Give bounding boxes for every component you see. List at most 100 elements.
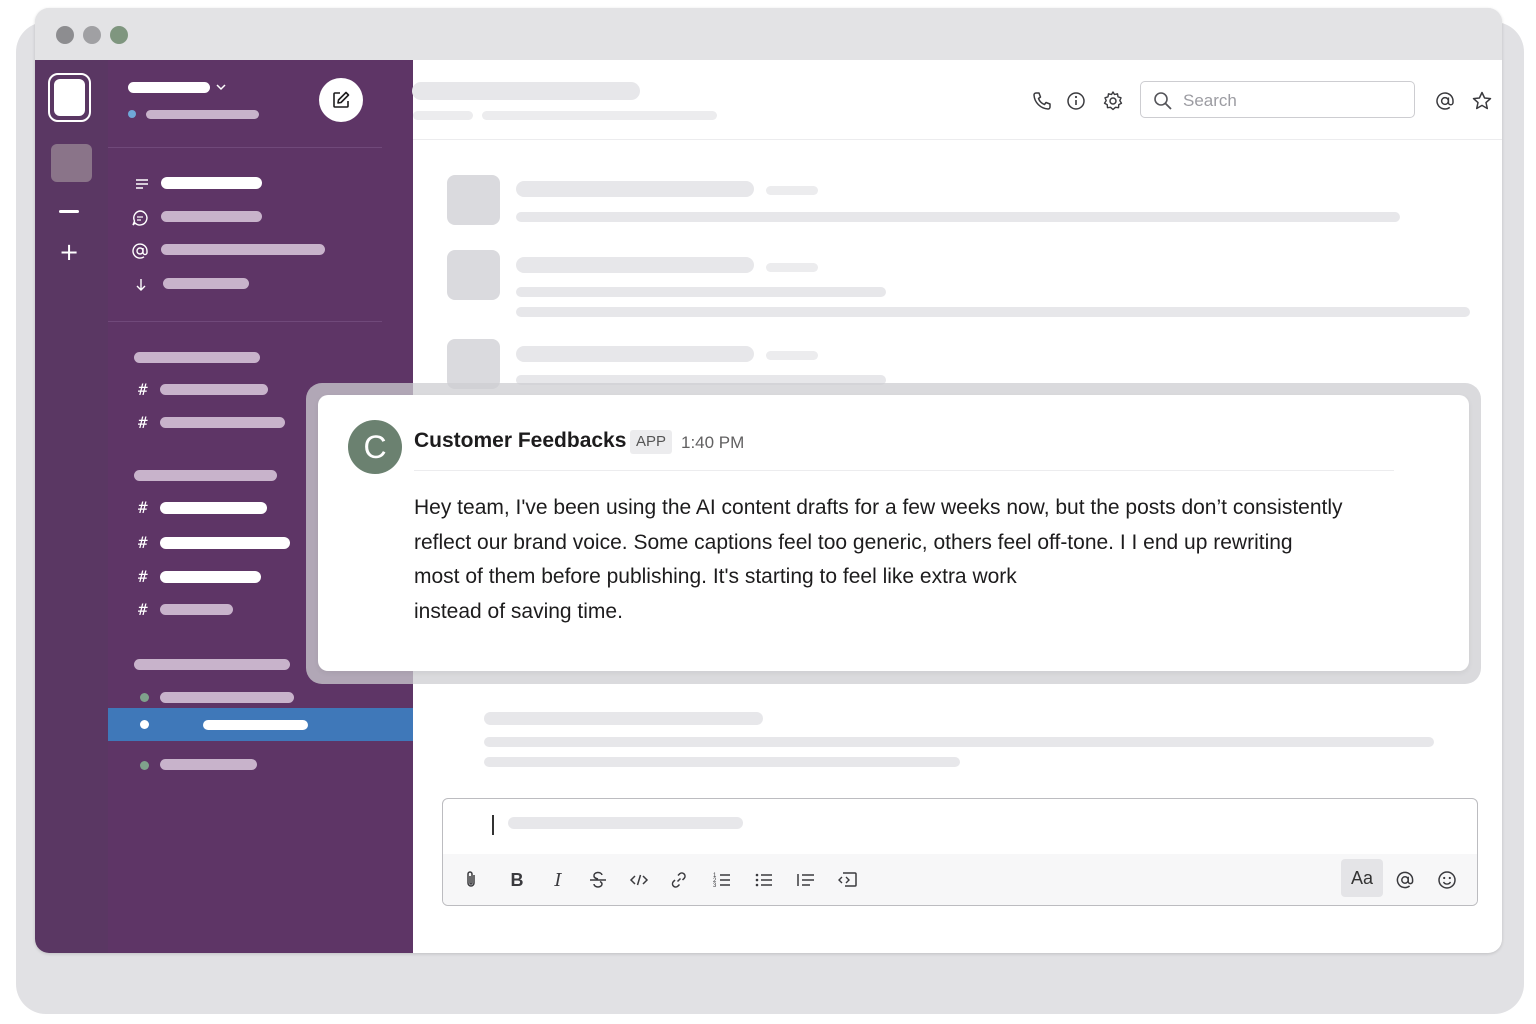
emoji-icon[interactable] — [1436, 869, 1458, 891]
message-text-placeholder — [484, 737, 1434, 747]
mention-icon[interactable] — [1394, 869, 1416, 891]
channel-item[interactable] — [160, 502, 267, 514]
message-line: most of them before publishing. It's sta… — [414, 565, 1017, 589]
star-icon[interactable] — [1471, 90, 1493, 112]
workspace-active[interactable] — [48, 73, 91, 122]
message-timestamp[interactable]: 1:40 PM — [681, 433, 744, 453]
user-status-placeholder — [146, 110, 259, 119]
message-body: Hey team, I've been using the AI content… — [414, 491, 1424, 629]
message-time-placeholder — [766, 186, 818, 195]
message-avatar-placeholder — [447, 175, 500, 225]
message-avatar-placeholder — [447, 339, 500, 389]
add-workspace-icon[interactable]: + — [59, 240, 79, 264]
channel-item[interactable] — [160, 417, 285, 428]
section-header[interactable] — [134, 470, 277, 481]
message-composer[interactable]: B I 123 Aa — [442, 798, 1478, 906]
message-time-placeholder — [766, 263, 818, 272]
hash-icon: # — [138, 498, 148, 517]
message-text-placeholder — [516, 212, 1400, 222]
message-author-placeholder — [484, 712, 763, 725]
message-line: Hey team, I've been using the AI content… — [414, 496, 1343, 519]
channel-title-placeholder — [412, 82, 640, 100]
sidebar-item-mentions[interactable] — [161, 244, 325, 255]
status-dot — [128, 110, 136, 118]
channel-item[interactable] — [160, 571, 261, 583]
sender-name[interactable]: Customer Feedbacks — [414, 429, 626, 453]
workspace-name-placeholder[interactable] — [128, 82, 210, 93]
workspace-secondary[interactable] — [51, 144, 92, 182]
dm-item-selected[interactable] — [108, 708, 413, 741]
close-window-button[interactable] — [56, 26, 74, 44]
attachment-icon[interactable] — [460, 869, 482, 891]
sidebar-divider — [108, 147, 382, 148]
formatting-toggle-button[interactable]: Aa — [1341, 859, 1383, 897]
message-text-placeholder — [516, 307, 1470, 317]
hash-icon: # — [138, 380, 148, 399]
link-icon[interactable] — [668, 869, 690, 891]
info-icon[interactable] — [1065, 90, 1087, 112]
gear-icon[interactable] — [1102, 90, 1124, 112]
sidebar-item-threads[interactable] — [161, 177, 262, 189]
channel-item[interactable] — [160, 384, 268, 395]
channel-topic-placeholder — [482, 111, 717, 120]
mention-icon — [132, 243, 148, 259]
app-badge: APP — [630, 430, 673, 454]
message-author-placeholder — [516, 346, 754, 362]
hash-icon: # — [138, 600, 148, 619]
presence-dot — [140, 720, 149, 729]
strikethrough-icon[interactable] — [587, 869, 609, 891]
ordered-list-icon[interactable]: 123 — [711, 869, 733, 891]
hash-icon: # — [138, 567, 148, 586]
presence-dot — [140, 761, 149, 770]
compose-icon — [333, 91, 350, 108]
message-line: instead of saving time. — [414, 599, 623, 623]
search-placeholder: Search — [1183, 91, 1237, 110]
channel-meta-placeholder — [413, 111, 473, 120]
bold-icon[interactable]: B — [506, 869, 528, 891]
sender-avatar[interactable]: C — [348, 420, 402, 474]
workspace-switcher: + — [35, 60, 109, 953]
mention-icon[interactable] — [1434, 90, 1456, 112]
message-author-placeholder — [516, 181, 754, 197]
channel-item[interactable] — [160, 537, 290, 549]
message-text-placeholder — [484, 757, 960, 767]
hash-icon: # — [138, 413, 148, 432]
maximize-window-button[interactable] — [110, 26, 128, 44]
threads-icon — [136, 179, 148, 189]
dm-item[interactable] — [160, 692, 294, 703]
highlighted-message[interactable]: C Customer Feedbacks APP 1:40 PM Hey tea… — [318, 395, 1469, 671]
minimize-window-button[interactable] — [83, 26, 101, 44]
dm-item[interactable] — [160, 759, 257, 770]
title-bar — [35, 8, 1502, 60]
channel-item[interactable] — [160, 604, 233, 615]
message-text-placeholder — [516, 287, 886, 297]
message-line: reflect our brand voice. Some captions f… — [414, 530, 1293, 554]
sidebar-item-downloads[interactable] — [163, 278, 249, 289]
italic-icon[interactable]: I — [547, 869, 569, 891]
dm-item-label-placeholder — [203, 720, 308, 730]
compose-button[interactable] — [319, 78, 363, 122]
minus-icon[interactable] — [59, 210, 79, 213]
code-icon[interactable] — [628, 869, 650, 891]
search-field[interactable]: Search — [1140, 81, 1415, 118]
search-icon — [1154, 92, 1172, 110]
bullet-list-icon[interactable] — [753, 869, 775, 891]
code-block-icon[interactable] — [837, 869, 859, 891]
message-time-placeholder — [766, 351, 818, 360]
header-divider — [413, 139, 1502, 140]
message-avatar-placeholder — [447, 250, 500, 300]
section-header[interactable] — [134, 659, 290, 670]
text-cursor — [492, 815, 494, 835]
blockquote-icon[interactable] — [795, 869, 817, 891]
composer-placeholder — [508, 817, 743, 829]
hash-icon: # — [138, 533, 148, 552]
svg-text:3: 3 — [713, 883, 717, 889]
sidebar-divider — [108, 321, 382, 322]
message-author-placeholder — [516, 257, 754, 273]
arrow-down-icon — [136, 279, 146, 291]
dm-icon — [132, 210, 148, 226]
phone-icon[interactable] — [1031, 90, 1053, 112]
sidebar-item-dms[interactable] — [161, 211, 262, 222]
chevron-down-icon[interactable] — [216, 83, 226, 91]
section-header[interactable] — [134, 352, 260, 363]
